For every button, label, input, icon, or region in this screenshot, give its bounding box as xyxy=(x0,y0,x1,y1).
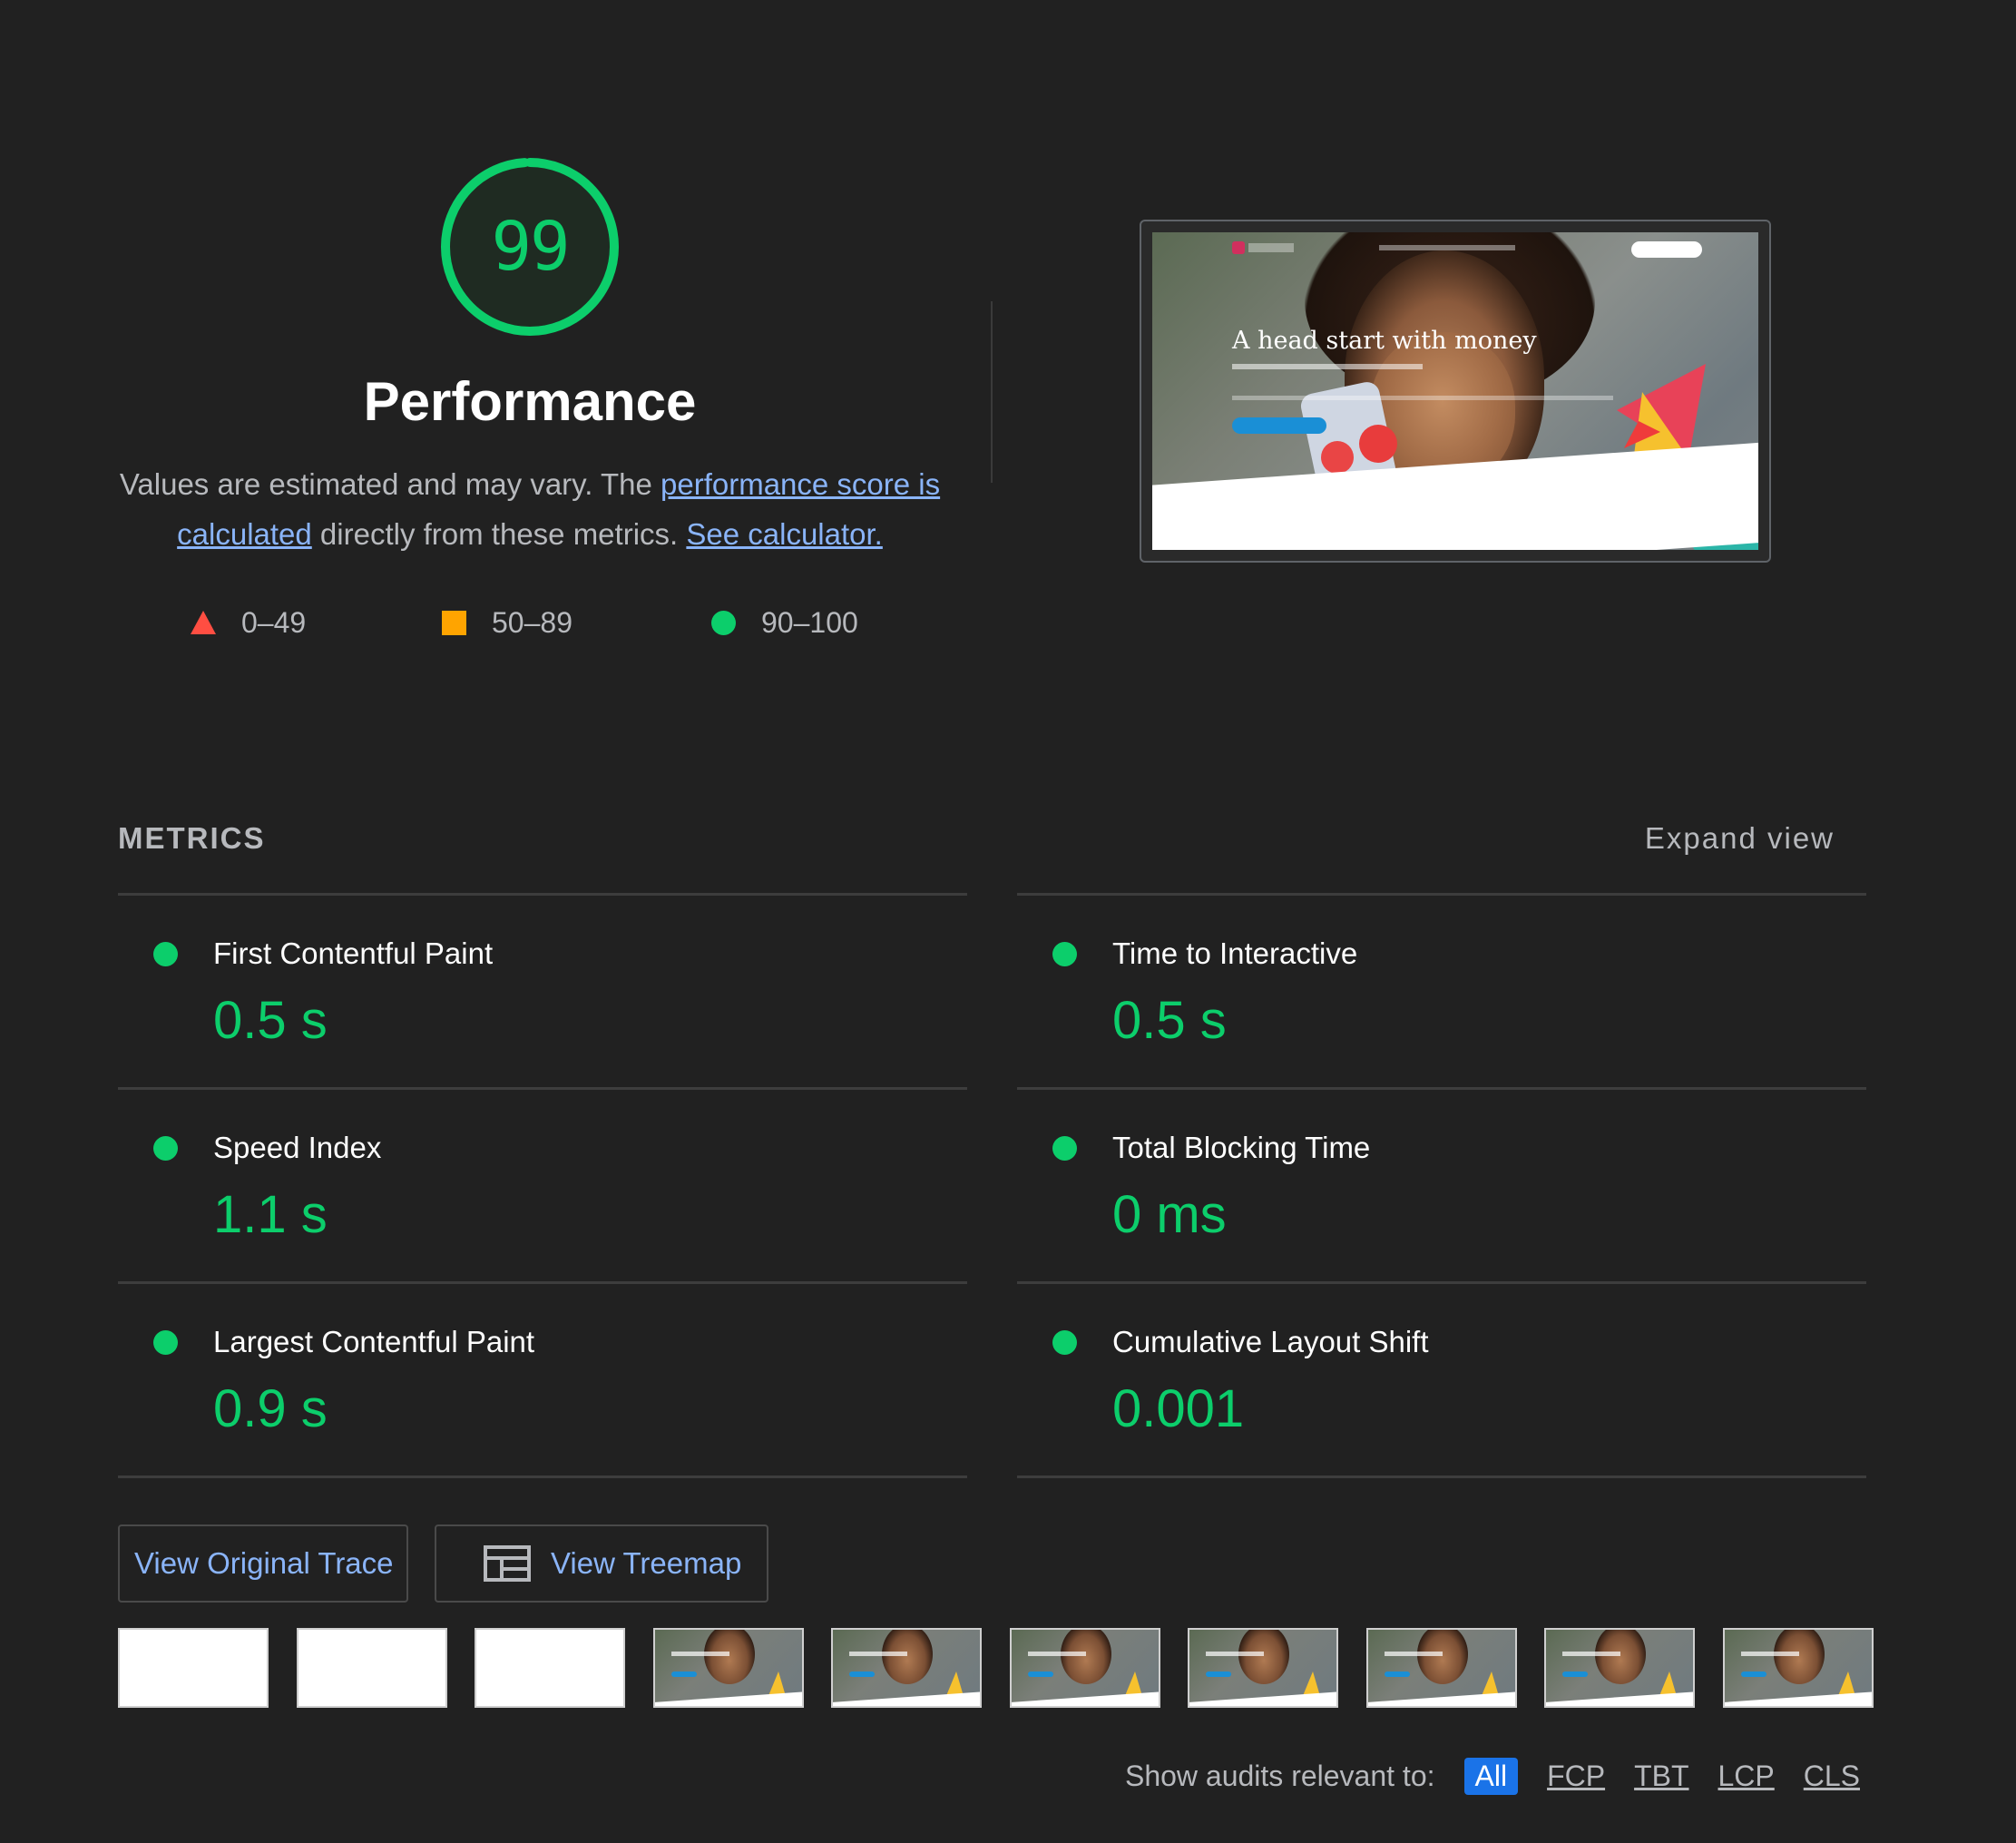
filter-chip-tbt[interactable]: TBT xyxy=(1634,1760,1688,1793)
category-description: Values are estimated and may vary. The p… xyxy=(113,459,947,559)
filmstrip-frame xyxy=(1010,1628,1160,1708)
filter-chip-all[interactable]: All xyxy=(1463,1757,1519,1795)
filmstrip-frame xyxy=(118,1628,269,1708)
scale-average: 50–89 xyxy=(442,604,573,641)
pass-dot-icon xyxy=(153,1136,178,1161)
scale-average-label: 50–89 xyxy=(492,605,573,639)
filmstrip-frame xyxy=(653,1628,804,1708)
screenshot-heading: A head start with money xyxy=(1232,327,1537,355)
metric-value: 0.5 s xyxy=(213,991,328,1050)
metrics-column-left: First Contentful Paint 0.5 s Speed Index… xyxy=(118,893,967,1478)
view-treemap-button[interactable]: View Treemap xyxy=(435,1524,768,1603)
audit-filter-label: Show audits relevant to: xyxy=(1124,1759,1435,1792)
filmstrip-frame xyxy=(475,1628,625,1708)
metric-title: Largest Contentful Paint xyxy=(213,1325,535,1358)
description-prefix: Values are estimated and may vary. The xyxy=(119,467,661,501)
metric-speed-index: Speed Index 1.1 s xyxy=(118,1087,967,1281)
metric-largest-contentful-paint: Largest Contentful Paint 0.9 s xyxy=(118,1281,967,1478)
metric-value: 0 ms xyxy=(1112,1185,1227,1244)
view-original-trace-button[interactable]: View Original Trace xyxy=(118,1524,408,1603)
treemap-icon xyxy=(484,1545,531,1582)
metrics-column-right: Time to Interactive 0.5 s Total Blocking… xyxy=(1017,893,1866,1478)
orange-square-icon xyxy=(442,610,466,635)
pass-dot-icon xyxy=(153,1330,178,1355)
filmstrip-frame xyxy=(1723,1628,1874,1708)
scale-pass-label: 90–100 xyxy=(761,605,858,639)
metrics-header: METRICS xyxy=(118,821,266,855)
filmstrip-frame xyxy=(1544,1628,1695,1708)
description-middle: directly from these metrics. xyxy=(311,517,687,551)
green-circle-icon xyxy=(711,610,736,635)
final-screenshot[interactable]: A head start with money xyxy=(1140,220,1771,563)
scale-fail-label: 0–49 xyxy=(241,605,307,639)
metric-title: Cumulative Layout Shift xyxy=(1112,1325,1429,1358)
filter-chip-fcp[interactable]: FCP xyxy=(1547,1760,1605,1793)
expand-view-toggle[interactable]: Expand view xyxy=(1645,821,1835,856)
metric-value: 1.1 s xyxy=(213,1185,328,1244)
see-calculator-link[interactable]: See calculator. xyxy=(686,517,882,551)
view-original-trace-label: View Original Trace xyxy=(134,1546,394,1580)
pass-dot-icon xyxy=(1052,1330,1077,1355)
metric-total-blocking-time: Total Blocking Time 0 ms xyxy=(1017,1087,1866,1281)
red-triangle-icon xyxy=(191,611,216,634)
header-divider xyxy=(991,301,993,483)
filmstrip-frame xyxy=(1366,1628,1517,1708)
metric-value: 0.5 s xyxy=(1112,991,1227,1050)
pass-dot-icon xyxy=(1052,942,1077,966)
scale-pass: 90–100 xyxy=(711,604,858,641)
filmstrip-frame xyxy=(297,1628,447,1708)
metric-title: First Contentful Paint xyxy=(213,936,494,970)
metric-time-to-interactive: Time to Interactive 0.5 s xyxy=(1017,893,1866,1087)
metric-value: 0.9 s xyxy=(213,1379,328,1438)
filmstrip-frame xyxy=(1188,1628,1338,1708)
site-logo-icon xyxy=(1232,241,1245,254)
filmstrip-frame xyxy=(831,1628,982,1708)
view-treemap-label: View Treemap xyxy=(551,1546,742,1580)
filmstrip xyxy=(118,1628,1874,1710)
filter-chip-cls[interactable]: CLS xyxy=(1804,1760,1860,1793)
metric-title: Total Blocking Time xyxy=(1112,1131,1371,1164)
pass-dot-icon xyxy=(153,942,178,966)
metric-title: Speed Index xyxy=(213,1131,382,1164)
performance-score-gauge: 99 xyxy=(439,156,621,338)
score-value: 99 xyxy=(491,208,570,286)
metric-value: 0.001 xyxy=(1112,1379,1245,1438)
scale-fail: 0–49 xyxy=(191,604,306,641)
score-scale-legend: 0–49 50–89 90–100 xyxy=(0,604,998,641)
audit-filter: Show audits relevant to: All FCP TBT LCP… xyxy=(1125,1755,1860,1797)
filter-chip-lcp[interactable]: LCP xyxy=(1718,1760,1775,1793)
metric-first-contentful-paint: First Contentful Paint 0.5 s xyxy=(118,893,967,1087)
category-title: Performance xyxy=(363,371,697,432)
pass-dot-icon xyxy=(1052,1136,1077,1161)
metric-title: Time to Interactive xyxy=(1112,936,1358,970)
metric-cumulative-layout-shift: Cumulative Layout Shift 0.001 xyxy=(1017,1281,1866,1478)
final-screenshot-image: A head start with money xyxy=(1152,232,1758,550)
